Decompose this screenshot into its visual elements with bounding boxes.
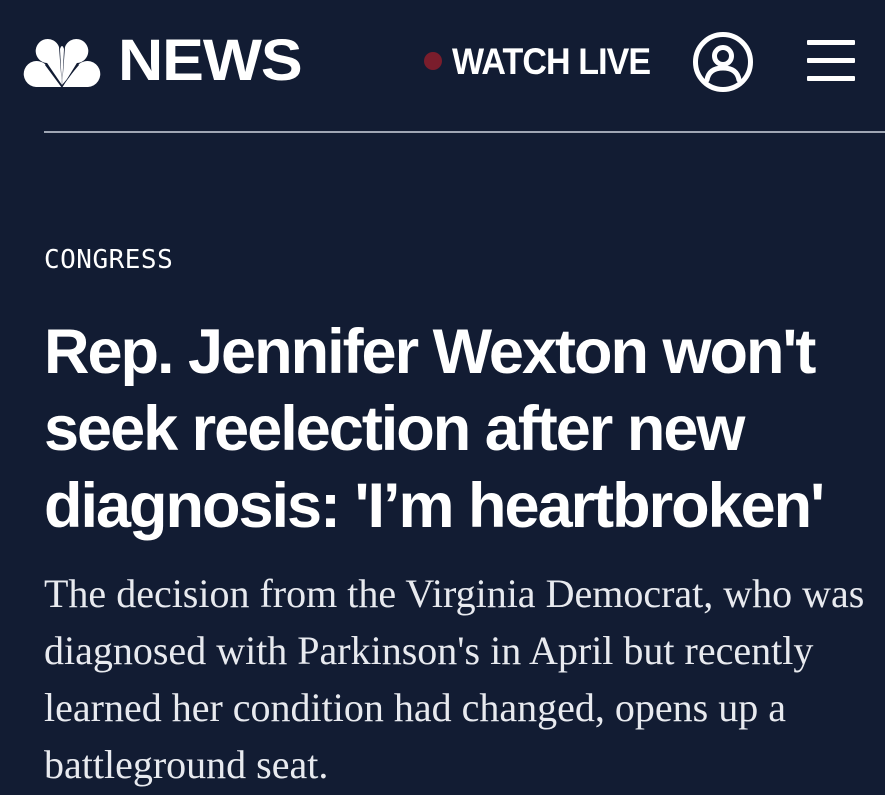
article-headline: Rep. Jennifer Wexton won't seek reelecti… [44,317,825,541]
hamburger-menu-icon[interactable] [807,40,855,82]
watch-live-button[interactable]: WATCH LIVE [424,40,667,84]
live-dot-icon [424,51,442,70]
logo-wordmark: NEWS [118,28,303,93]
user-account-icon [693,32,753,92]
menu-bar [807,58,855,63]
nbc-peacock-icon [23,39,101,88]
article-dek: The decision from the Virginia Democrat,… [44,571,865,787]
site-header: NEWS WATCH LIVE [0,0,885,132]
account-button[interactable] [692,31,754,93]
menu-bar [807,76,855,81]
article-category-label[interactable]: CONGRESS [44,245,173,275]
menu-bar [807,40,855,45]
nbc-news-logo[interactable]: NEWS [20,32,303,90]
header-divider [44,131,885,133]
watch-live-label: WATCH LIVE [452,41,651,82]
